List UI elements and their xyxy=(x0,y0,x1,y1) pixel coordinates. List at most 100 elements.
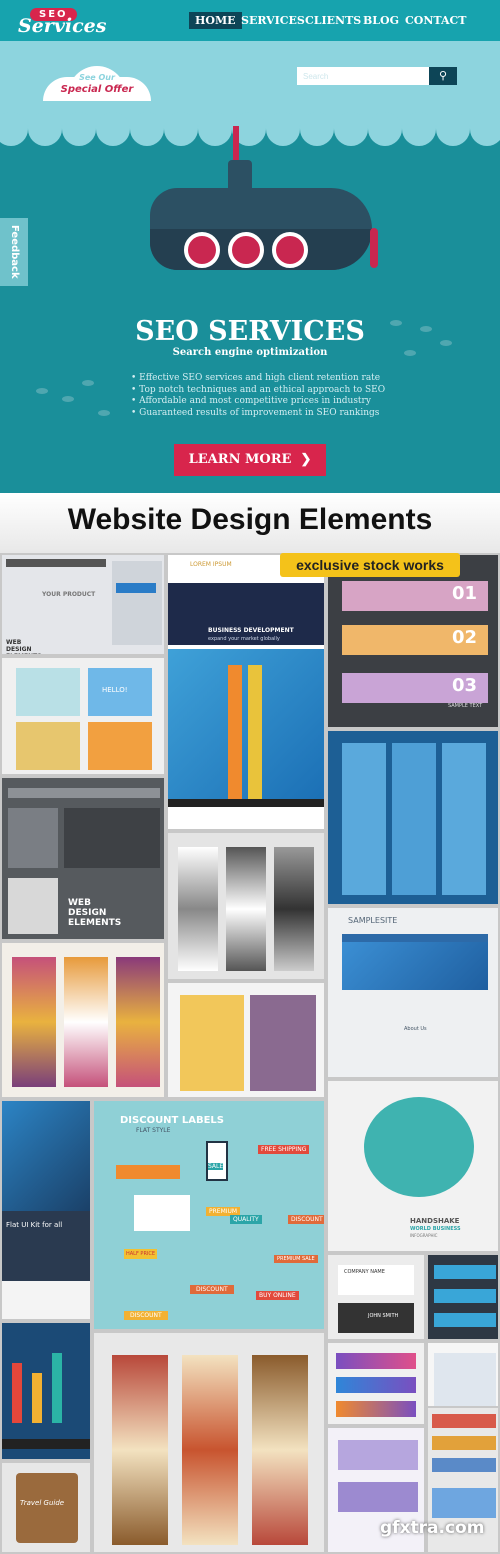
tile-infographic: Flat UI Kit for all xyxy=(0,1099,92,1321)
ui-nav xyxy=(8,788,160,798)
collage-title: Website Design Elements xyxy=(67,503,433,536)
ui-panel xyxy=(434,1353,496,1413)
tile-floral-banners xyxy=(326,729,500,906)
nav-contact[interactable]: CONTACT xyxy=(399,12,472,29)
label-buy-online: BUY ONLINE xyxy=(256,1291,299,1300)
feature-item: • Effective SEO services and high client… xyxy=(131,373,381,383)
site-nav xyxy=(342,934,488,942)
paisley-banner xyxy=(274,847,314,971)
label-half-price: HALF PRICE xyxy=(124,1249,158,1259)
bar xyxy=(52,1353,62,1423)
wave xyxy=(334,112,368,146)
wave xyxy=(368,112,402,146)
paisley-banner xyxy=(226,847,266,971)
banner-number: 01 xyxy=(452,583,478,604)
watermark: gfxtra.com xyxy=(380,1518,485,1538)
triangle-pattern xyxy=(2,1101,90,1211)
wave xyxy=(130,112,164,146)
feedback-tab[interactable]: Feedback xyxy=(0,218,28,286)
suitcase-icon xyxy=(16,1473,78,1543)
company-name: COMPANY NAME xyxy=(344,1269,385,1275)
tile-discount-labels: DISCOUNT LABELS FLAT STYLE FREE SHIPPING… xyxy=(92,1099,326,1331)
wave xyxy=(436,112,470,146)
arrow-banner xyxy=(432,1436,496,1450)
propeller xyxy=(370,228,378,268)
feature-item: • Guaranteed results of improvement in S… xyxy=(131,407,380,418)
fish-icon xyxy=(36,388,48,394)
wave xyxy=(164,112,198,146)
about-us-label: About Us xyxy=(404,1026,427,1032)
arrow-banner xyxy=(432,1414,496,1428)
ribbon xyxy=(228,665,242,799)
feature-item: • Top notch techniques and an ethical ap… xyxy=(131,384,386,395)
wave xyxy=(300,112,334,146)
web-design-elements-label: WEB DESIGN ELEMENTS xyxy=(68,898,122,928)
learn-more-button[interactable]: LEARN MORE ❯ xyxy=(174,444,326,476)
tile-color-paisley xyxy=(92,1331,326,1554)
feature-list: • Effective SEO services and high client… xyxy=(131,373,385,419)
seo-hero-banner: SEO Services HOME SERVICES CLIENTS BLOG … xyxy=(0,0,500,493)
wave xyxy=(28,112,62,146)
label-premium-sale: PREMIUM SALE xyxy=(274,1255,318,1263)
label-quality: QUALITY xyxy=(230,1215,262,1224)
paisley-banner xyxy=(64,957,108,1087)
offer-line1[interactable]: See Our xyxy=(43,73,151,82)
logo-services[interactable]: Services xyxy=(18,15,106,37)
ui-panel xyxy=(112,561,162,645)
ui-list xyxy=(64,808,160,868)
wave xyxy=(198,112,232,146)
tile-blue-banners xyxy=(426,1253,500,1341)
price-ribbon xyxy=(116,1165,180,1179)
label-sale: SALE xyxy=(208,1163,224,1170)
nav-blog[interactable]: BLOG xyxy=(357,12,405,29)
wave xyxy=(96,112,130,146)
person-name: JOHN SMITH xyxy=(368,1313,399,1319)
floral-banner xyxy=(442,743,486,895)
search-icon[interactable]: ⚲ xyxy=(429,67,457,85)
paisley-banner xyxy=(182,1355,238,1545)
offer-line2[interactable]: Special Offer xyxy=(43,84,151,95)
business-tagline: expand your market globally xyxy=(208,636,280,642)
template-preview xyxy=(16,668,80,716)
porthole xyxy=(184,232,220,268)
tile-samplesite: SAMPLESITE About Us xyxy=(326,906,500,1079)
tile-flat-infographic xyxy=(0,1321,92,1461)
feature-item: • Affordable and most competitive prices… xyxy=(131,396,371,406)
floral-banner xyxy=(338,1440,418,1470)
collage-title-band: Website Design Elements xyxy=(0,493,500,553)
layout-preview xyxy=(180,995,244,1091)
handshake-subtitle: WORLD BUSINESS xyxy=(410,1226,461,1232)
web-banner xyxy=(336,1353,416,1369)
hero-subtitle: Search engine optimization xyxy=(172,347,328,358)
banner-number: 03 xyxy=(452,675,478,696)
business-heading: BUSINESS DEVELOPMENT xyxy=(208,627,294,634)
site-hero xyxy=(342,942,488,990)
label-discount: DISCOUNT xyxy=(288,1215,324,1224)
travel-guide-label: Travel Guide xyxy=(20,1499,65,1507)
nav-home[interactable]: HOME xyxy=(189,12,242,29)
phone-icon xyxy=(206,1141,228,1181)
top-nav: SEO Services HOME SERVICES CLIENTS BLOG … xyxy=(0,0,500,41)
floral-banner xyxy=(338,1482,418,1512)
tile-colorful-banners xyxy=(326,1341,426,1426)
tile-travel-guide: Travel Guide xyxy=(0,1461,92,1554)
search-input[interactable] xyxy=(297,67,429,85)
globe-icon xyxy=(364,1097,474,1197)
footer-nav xyxy=(168,799,324,807)
fish-icon xyxy=(62,396,74,402)
label-discount-store: DISCOUNT xyxy=(124,1311,168,1320)
web-banner xyxy=(434,1289,496,1303)
fish-icon xyxy=(98,410,110,416)
triangle-infographic xyxy=(168,649,324,799)
periscope xyxy=(233,126,239,162)
wave xyxy=(266,112,300,146)
template-preview xyxy=(88,722,152,770)
label-discount-basket: DISCOUNT xyxy=(190,1285,234,1294)
web-banner xyxy=(336,1377,416,1393)
devices-preview xyxy=(432,1488,496,1518)
tile-web-layouts xyxy=(166,981,326,1099)
discount-subtitle: FLAT STYLE xyxy=(136,1127,171,1134)
chevron-right-icon: ❯ xyxy=(295,452,312,467)
wave xyxy=(62,112,96,146)
paisley-banner xyxy=(252,1355,308,1545)
